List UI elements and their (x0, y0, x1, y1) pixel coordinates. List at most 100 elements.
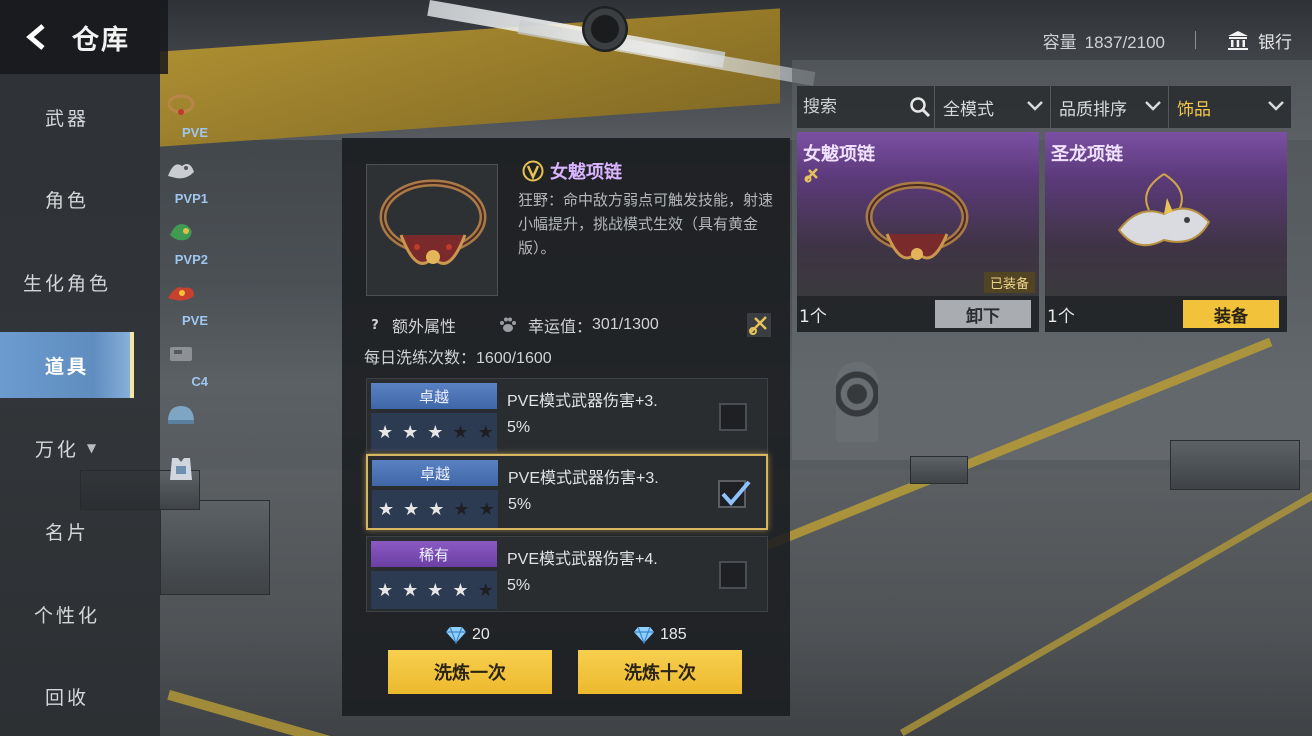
type-tab-label: PVE (181, 125, 208, 140)
equipped-badge: 已装备 (983, 272, 1035, 293)
star-icon: ★ (452, 579, 469, 601)
nav-item-transform[interactable]: 万化 ▼ (0, 415, 134, 481)
nav-item-label: 万化 (34, 438, 79, 461)
search-icon (910, 97, 931, 118)
nav-item-weapons[interactable]: 武器 (0, 84, 134, 150)
stat-row-selected[interactable]: 卓越 ★ ★ ★ ★ ★ PVE模式武器伤害+3. 5% (366, 454, 768, 530)
caret-down-icon: ▼ (86, 441, 100, 455)
page-header: 仓库 (0, 0, 168, 74)
divider (1195, 31, 1196, 49)
star-icon: ★ (428, 498, 445, 520)
tier-badge: 卓越 (371, 383, 497, 409)
lock-checkbox[interactable] (719, 403, 747, 431)
nav-item-label: 角色 (44, 189, 89, 212)
star-icon: ★ (378, 498, 395, 520)
item-card-holy-dragon-necklace[interactable]: 圣龙项链 1个 装备 (1045, 132, 1287, 332)
type-tab-label: PVE (181, 313, 208, 328)
item-name: 圣龙项链 (1051, 144, 1123, 165)
sort-dropdown[interactable]: 品质排序 (1051, 86, 1169, 128)
star-icon: ★ (402, 421, 419, 443)
wash-once-cost: 20 (444, 626, 490, 644)
daily-value: 1600/1600 (476, 350, 552, 367)
nav-item-recycle[interactable]: 回收 (0, 663, 134, 729)
lock-checkbox-checked[interactable] (718, 480, 751, 508)
paw-icon (500, 317, 517, 332)
supply-crate (160, 500, 270, 595)
type-tab-c4[interactable]: C4 (156, 333, 210, 391)
wash-once-button[interactable]: 洗炼一次 (388, 650, 552, 694)
wash-ten-cost: 185 (632, 626, 687, 644)
capacity-value: 1837/2100 (1084, 32, 1165, 52)
nav-item-zombie-characters[interactable]: 生化角色 (0, 249, 134, 315)
star-icon: ★ (477, 579, 494, 601)
filter-bar: 全模式 品质排序 饰品 (797, 86, 1291, 128)
wash-ten-button[interactable]: 洗炼十次 (578, 650, 742, 694)
type-tab-pve-necklace[interactable]: PVE (156, 84, 210, 142)
bank-button[interactable]: 银行 (1226, 28, 1292, 53)
star-icon: ★ (403, 498, 420, 520)
item-title: 女魃项链 (550, 162, 622, 183)
type-tab-helmet[interactable] (156, 394, 210, 452)
type-tab-label: PVP2 (174, 252, 208, 267)
item-description: 狂野：命中敌方弱点可触发技能，射速小幅提升，挑战模式生效（具有黄金版）。 (518, 191, 774, 257)
nav-item-label: 个性化 (33, 604, 100, 627)
dragon-necklace-icon (1117, 173, 1211, 247)
bound-icon[interactable] (746, 312, 772, 338)
storage-capacity: 容量 1837/2100 (1043, 28, 1165, 53)
page-title: 仓库 (72, 24, 130, 56)
nav-item-items[interactable]: 道具 (0, 332, 134, 398)
star-icon: ★ (402, 579, 419, 601)
stat-text-line: 5% (507, 419, 531, 436)
nav-item-characters[interactable]: 角色 (0, 166, 134, 232)
item-card-footer: 1个 卸下 (797, 296, 1039, 332)
type-tab-pve-red[interactable]: PVE (156, 272, 210, 330)
diamond-icon (634, 626, 654, 644)
search-input[interactable] (803, 97, 903, 117)
help-icon[interactable]: ? (366, 316, 384, 334)
back-arrow-icon[interactable] (18, 17, 58, 57)
category-dropdown-value: 饰品 (1177, 99, 1211, 120)
item-card-nvba-necklace[interactable]: 女魃项链 已装备 1个 卸下 (797, 132, 1039, 332)
nav-item-cards[interactable]: 名片 (0, 498, 134, 564)
search-box[interactable] (797, 86, 935, 128)
chevron-down-icon (1145, 101, 1161, 111)
star-rating: ★ ★ ★ ★ ★ (371, 571, 497, 609)
type-tab-pvp1[interactable]: PVP1 (156, 150, 210, 208)
tier-badge: 稀有 (371, 541, 497, 567)
mode-dropdown[interactable]: 全模式 (935, 86, 1051, 128)
v-rank-icon (522, 160, 544, 182)
lock-checkbox[interactable] (719, 561, 747, 589)
category-dropdown[interactable]: 饰品 (1169, 86, 1291, 128)
type-tab-pvp2[interactable]: PVP2 (156, 211, 210, 269)
nav-item-label: 道具 (44, 355, 89, 378)
nav-item-personalize[interactable]: 个性化 (0, 581, 134, 647)
chevron-down-icon (1268, 101, 1284, 111)
dragon-charm-icon (168, 164, 194, 179)
item-type-strip: PVE PVP1 PVP2 PVE C4 (156, 84, 210, 484)
stat-text-line: PVE模式武器伤害+3. (507, 393, 658, 410)
c4-icon (170, 347, 192, 361)
star-icon: ★ (427, 579, 444, 601)
star-icon: ★ (478, 498, 495, 520)
attribute-row: ? 额外属性 幸运值： 301/1300 (366, 312, 776, 338)
stat-row[interactable]: 稀有 ★ ★ ★ ★ ★ PVE模式武器伤害+4. 5% (366, 536, 768, 612)
luck-label: 幸运值： (528, 317, 593, 336)
chevron-down-icon (1027, 101, 1043, 111)
star-rating: ★ ★ ★ ★ ★ (371, 413, 497, 451)
bound-icon (804, 168, 818, 183)
stat-description: PVE模式武器伤害+4. 5% (507, 547, 697, 599)
luck-stat: 幸运值： 301/1300 (498, 313, 659, 337)
necklace-icon (167, 94, 195, 115)
left-navigation: 仓库 武器 角色 生化角色 道具 万化 ▼ 名片 个性化 回收 (0, 0, 168, 736)
necklace-icon (865, 181, 969, 260)
star-icon: ★ (427, 421, 444, 443)
type-tab-armor[interactable] (156, 448, 210, 506)
equip-button[interactable]: 装备 (1183, 300, 1279, 328)
item-title-row: 女魃项链 (522, 158, 622, 184)
stat-row[interactable]: 卓越 ★ ★ ★ ★ ★ PVE模式武器伤害+3. 5% (366, 378, 768, 454)
star-rating: ★ ★ ★ ★ ★ (372, 490, 498, 528)
cost-value: 185 (660, 626, 687, 643)
diamond-icon (446, 626, 466, 644)
item-detail-panel: 女魃项链 狂野：命中敌方弱点可触发技能，射速小幅提升，挑战模式生效（具有黄金版）… (342, 138, 790, 716)
unequip-button[interactable]: 卸下 (935, 300, 1031, 328)
